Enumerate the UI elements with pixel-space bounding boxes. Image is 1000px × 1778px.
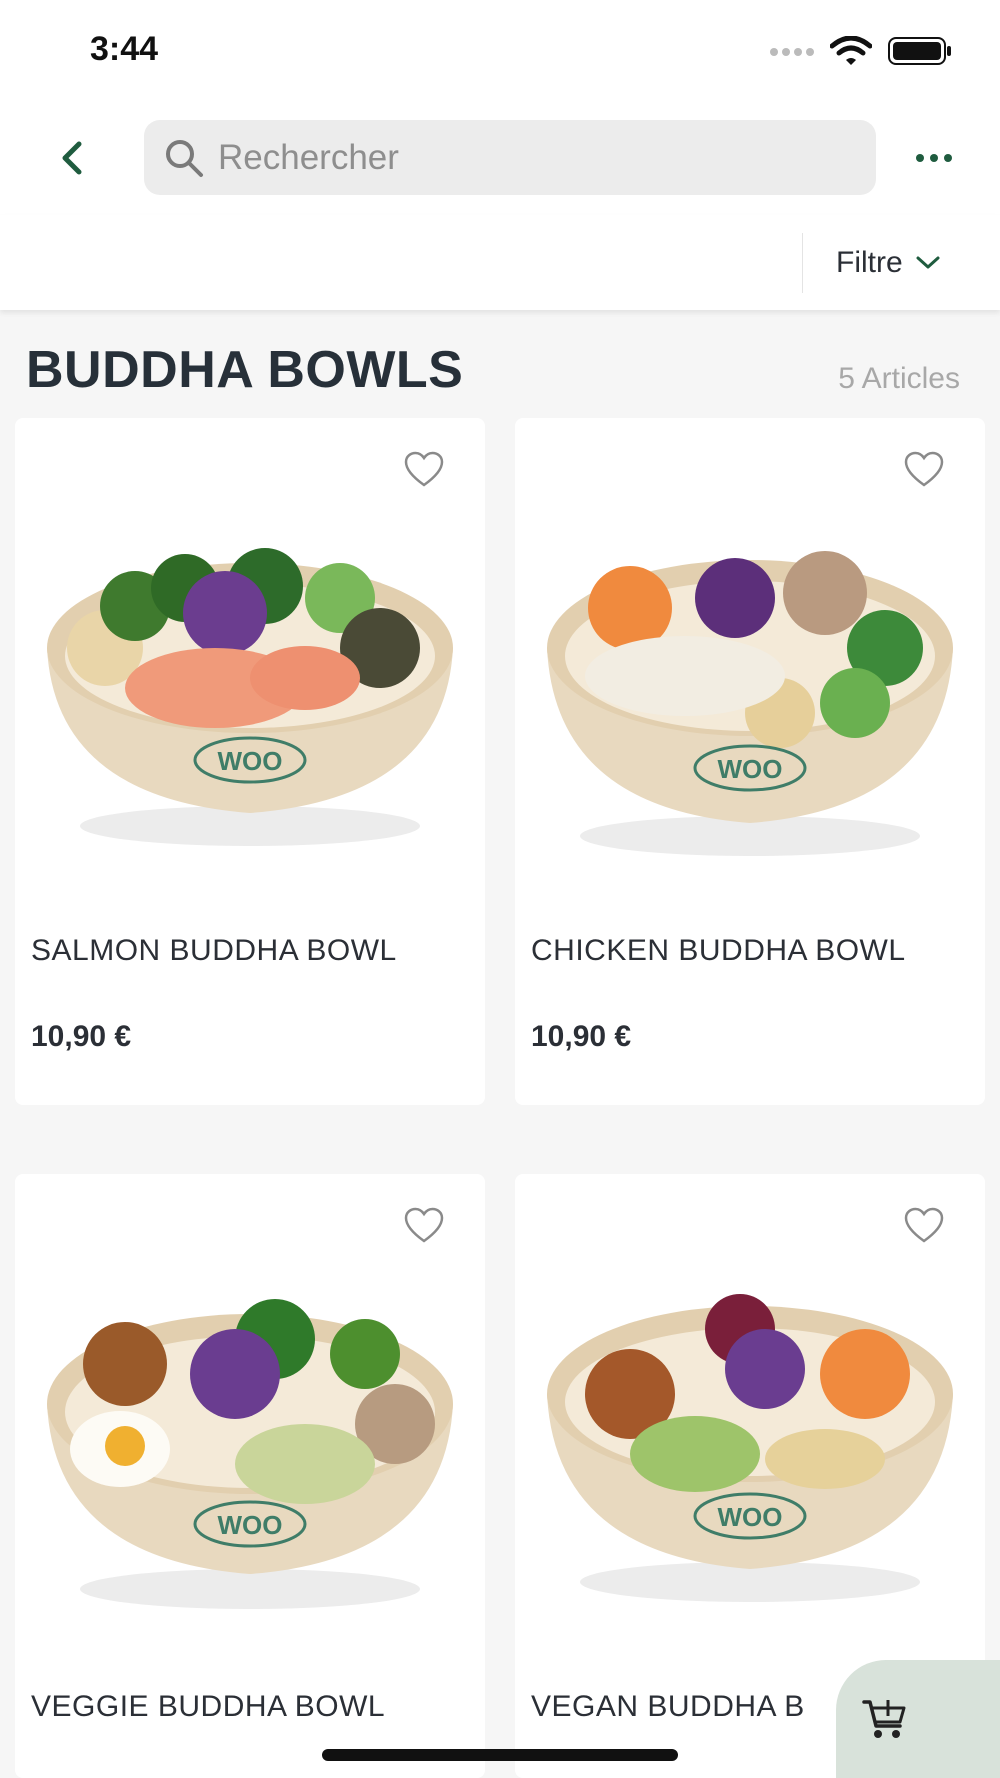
search-icon (166, 139, 203, 177)
section-header: BUDDHA BOWLS 5 Articles (0, 340, 1000, 410)
divider (802, 233, 803, 293)
status-time: 3:44 (90, 30, 159, 68)
search-input[interactable] (218, 137, 818, 178)
product-card[interactable]: WOO CHICKEN BUDDHA BOWL 10,90 € (515, 418, 985, 1105)
product-name: VEGAN BUDDHA B (531, 1690, 805, 1723)
back-button[interactable] (52, 138, 92, 178)
heart-icon[interactable] (403, 1206, 445, 1244)
product-name: SALMON BUDDHA BOWL (31, 934, 397, 967)
wifi-icon (830, 36, 872, 65)
bowl-logo: WOO (218, 1510, 283, 1540)
section-title: BUDDHA BOWLS (26, 341, 464, 399)
cart-add-icon (862, 1700, 906, 1738)
top-bar (0, 100, 1000, 215)
home-indicator (322, 1749, 678, 1761)
more-button[interactable] (910, 138, 958, 178)
status-bar: 3:44 (0, 0, 1000, 100)
status-icons (768, 36, 952, 66)
chevron-down-icon (916, 256, 940, 269)
item-count: 5 Articles (838, 362, 960, 395)
filter-label: Filtre (836, 246, 903, 279)
product-image: WOO (47, 1299, 453, 1609)
filter-button[interactable]: Filtre (836, 241, 941, 285)
heart-icon[interactable] (403, 450, 445, 488)
product-image: WOO (547, 1294, 953, 1602)
signal-icon (770, 48, 814, 56)
more-icon (916, 154, 924, 162)
cart-button[interactable] (836, 1660, 1000, 1778)
search-bar[interactable] (144, 120, 876, 195)
product-card[interactable]: WOO SALMON BUDDHA BOWL 10,90 € (15, 418, 485, 1105)
bowl-logo: WOO (718, 1502, 783, 1532)
product-price: 10,90 € (31, 1020, 132, 1053)
back-icon (62, 141, 82, 175)
product-image: WOO (47, 548, 453, 846)
product-image: WOO (547, 551, 953, 856)
product-name: VEGGIE BUDDHA BOWL (31, 1690, 386, 1723)
product-price: 10,90 € (531, 1020, 632, 1053)
heart-icon[interactable] (903, 450, 945, 488)
more-icon-dot (944, 154, 952, 162)
bowl-logo: WOO (718, 754, 783, 784)
more-icon-dot (930, 154, 938, 162)
product-name: CHICKEN BUDDHA BOWL (531, 934, 906, 967)
filter-bar: Filtre (0, 215, 1000, 310)
battery-icon (888, 37, 951, 65)
heart-icon[interactable] (903, 1206, 945, 1244)
bowl-logo: WOO (218, 746, 283, 776)
product-card[interactable]: WOO VEGGIE BUDDHA BOWL (15, 1174, 485, 1778)
